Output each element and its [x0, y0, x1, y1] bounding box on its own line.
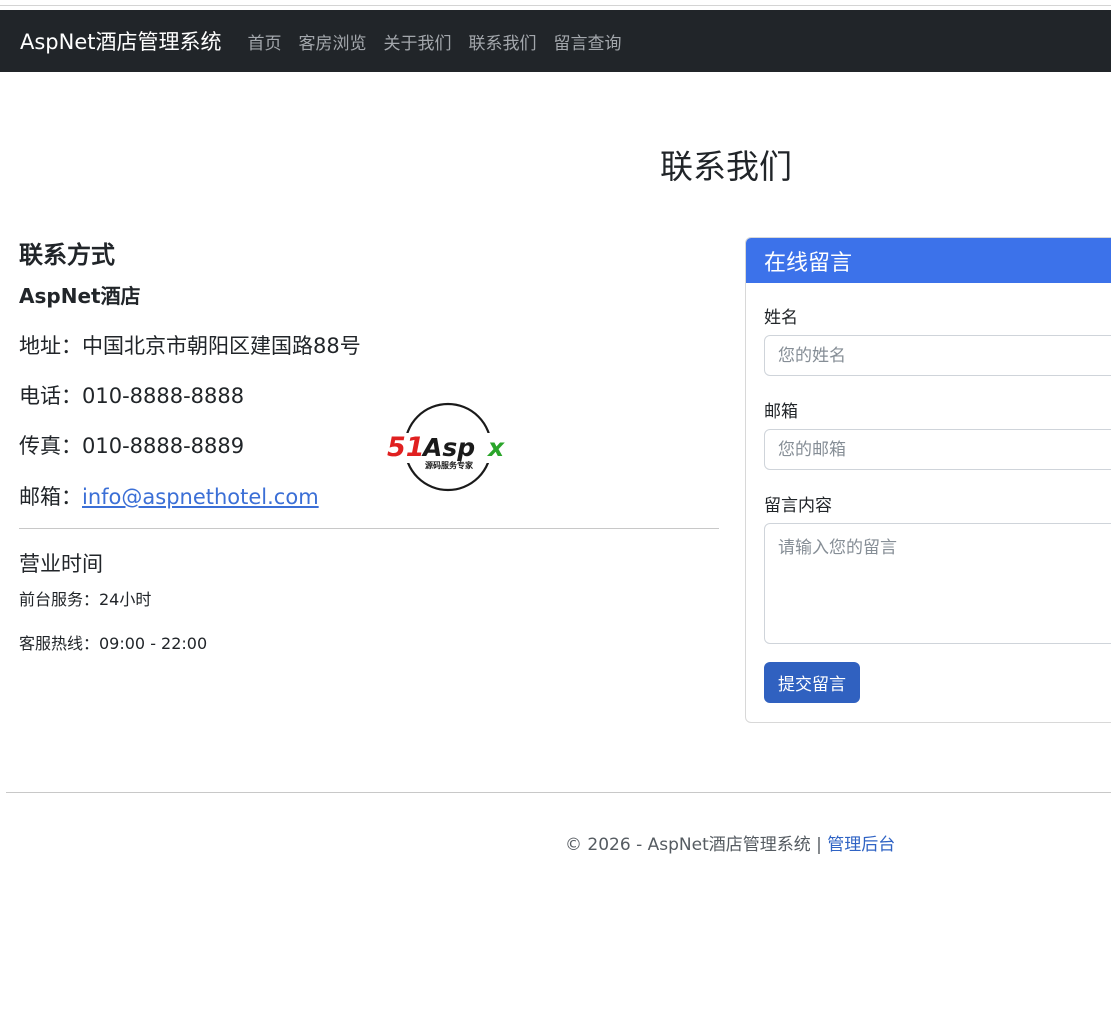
page-title: 联系我们 [660, 147, 792, 186]
logo-aspx: Asp [421, 433, 475, 462]
fax-line: 传真：010-8888-8889 [19, 434, 245, 458]
nav-rooms[interactable]: 客房浏览 [299, 29, 367, 54]
logo-x: x [486, 433, 505, 462]
51aspx-logo: 51 Asp x 源码服务专家 [386, 402, 512, 492]
name-input[interactable] [764, 335, 1111, 376]
logo-51: 51 [387, 432, 425, 463]
message-textarea[interactable] [764, 523, 1111, 644]
top-border [0, 5, 1111, 6]
message-label: 留言内容 [764, 496, 832, 516]
email-field-label: 邮箱 [764, 402, 798, 422]
hotline-hours: 客服热线：09:00 - 22:00 [19, 634, 208, 653]
nav-home[interactable]: 首页 [248, 29, 282, 54]
nav-message-query[interactable]: 留言查询 [554, 29, 622, 54]
address-line: 地址：中国北京市朝阳区建国路88号 [19, 334, 361, 358]
admin-link[interactable]: 管理后台 [827, 835, 895, 855]
email-input[interactable] [764, 429, 1111, 470]
phone-line: 电话：010-8888-8888 [19, 384, 245, 408]
submit-message-button[interactable]: 提交留言 [764, 662, 860, 703]
hours-heading: 营业时间 [19, 552, 103, 576]
section-divider [19, 528, 719, 529]
logo-subtitle: 源码服务专家 [425, 460, 474, 470]
hotel-name: AspNet酒店 [19, 284, 141, 308]
email-link[interactable]: info@aspnethotel.com [82, 485, 319, 509]
name-label: 姓名 [764, 308, 798, 328]
email-label: 邮箱： [19, 485, 82, 509]
navbar: AspNet酒店管理系统 首页 客房浏览 关于我们 联系我们 留言查询 [0, 10, 1111, 72]
email-line: 邮箱：info@aspnethotel.com [19, 481, 319, 511]
front-desk-hours: 前台服务：24小时 [19, 590, 152, 609]
nav-about[interactable]: 关于我们 [384, 29, 452, 54]
footer-divider [6, 792, 1111, 793]
form-title: 在线留言 [746, 238, 1111, 283]
brand-link[interactable]: AspNet酒店管理系统 [20, 26, 222, 56]
footer: © 2026 - AspNet酒店管理系统 | 管理后台 [565, 830, 895, 855]
contact-heading: 联系方式 [19, 241, 115, 269]
nav-contact[interactable]: 联系我们 [469, 29, 537, 54]
footer-copyright: © 2026 - AspNet酒店管理系统 | [565, 835, 828, 855]
message-form-card: 在线留言 姓名 邮箱 留言内容 提交留言 [745, 237, 1111, 723]
